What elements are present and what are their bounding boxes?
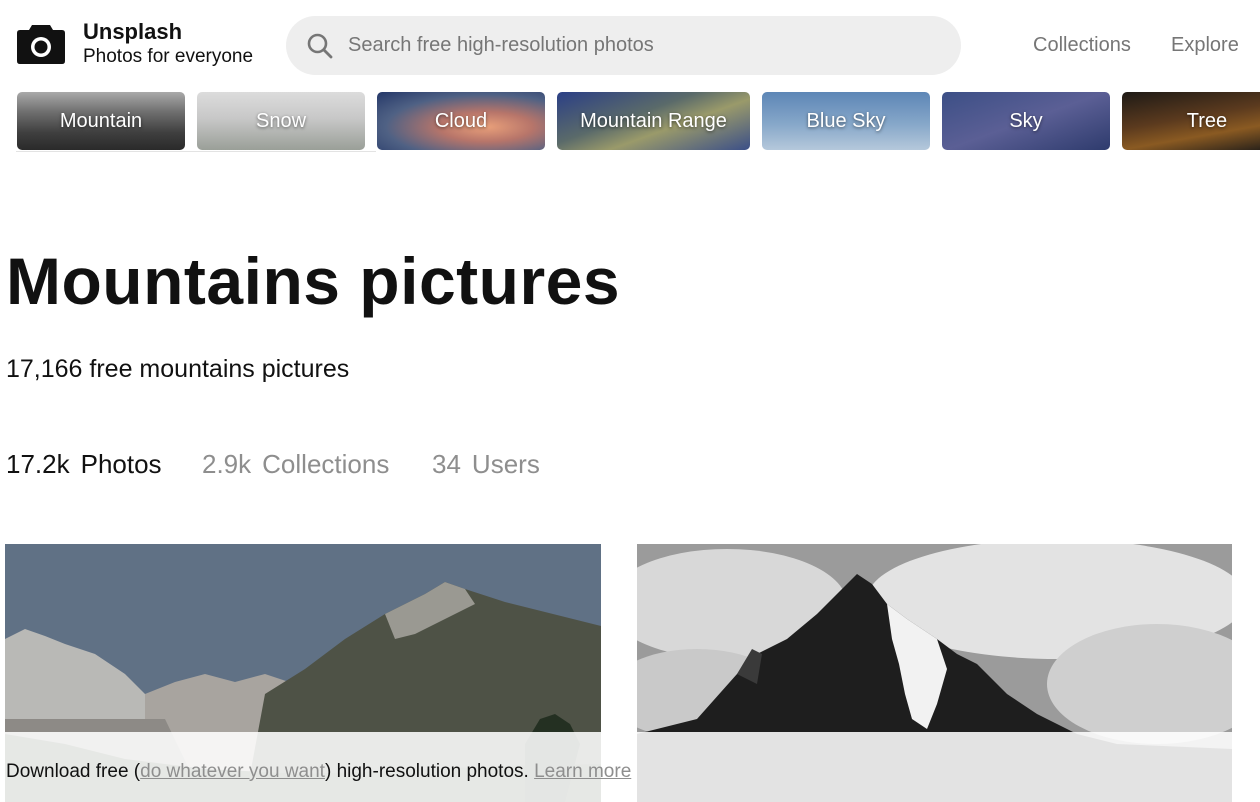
nav-explore-link[interactable]: Explore [1171, 34, 1239, 57]
search-icon[interactable] [306, 32, 334, 60]
search-bar[interactable] [286, 16, 961, 75]
topic-chip-mountain-range[interactable]: Mountain Range [557, 92, 750, 150]
banner-middle: ) high-resolution photos. [324, 761, 535, 782]
license-banner: Download free (do whatever you want) hig… [0, 732, 1260, 802]
tab-label: Photos [80, 449, 162, 479]
site-header: Unsplash Photos for everyone Collections… [0, 0, 1260, 90]
camera-icon[interactable] [16, 21, 66, 65]
chip-row-divider [16, 151, 376, 152]
topic-chip-cloud[interactable]: Cloud [377, 92, 545, 150]
topic-chip-snow[interactable]: Snow [197, 92, 365, 150]
tab-label: Collections [262, 449, 390, 479]
tab-count: 34 [432, 449, 461, 479]
search-input[interactable] [348, 16, 938, 75]
topic-chip-label: Blue Sky [806, 109, 886, 132]
topic-chip-label: Sky [1009, 109, 1043, 132]
license-link[interactable]: do whatever you want [140, 761, 325, 782]
learn-more-link[interactable]: Learn more [534, 761, 631, 782]
brand-name[interactable]: Unsplash [83, 19, 182, 45]
topic-chip-blue-sky[interactable]: Blue Sky [762, 92, 930, 150]
tab-users[interactable]: 34 Users [432, 449, 540, 480]
page-title: Mountains pictures [6, 244, 621, 318]
topic-chip-label: Tree [1186, 109, 1228, 132]
nav-collections-link[interactable]: Collections [1033, 34, 1131, 57]
tab-count: 2.9k [202, 449, 252, 479]
unsplash-page: Unsplash Photos for everyone Collections… [0, 0, 1260, 802]
banner-text: Download free (do whatever you want) hig… [6, 761, 631, 783]
tab-label: Users [471, 449, 540, 479]
tab-count: 17.2k [6, 449, 70, 479]
topic-chip-mountain[interactable]: Mountain [17, 92, 185, 150]
topic-chip-label: Mountain Range [580, 109, 727, 132]
topic-chip-label: Mountain [59, 109, 143, 132]
topic-chip-tree[interactable]: Tree [1122, 92, 1260, 150]
page-subtitle: 17,166 free mountains pictures [6, 355, 350, 383]
topic-chip-label: Snow [255, 109, 307, 132]
tab-collections[interactable]: 2.9k Collections [202, 449, 389, 480]
topic-chip-label: Cloud [434, 109, 488, 132]
tab-photos[interactable]: 17.2k Photos [6, 449, 162, 480]
brand-tagline: Photos for everyone [83, 46, 254, 67]
topic-chip-sky[interactable]: Sky [942, 92, 1110, 150]
banner-prefix: Download free ( [6, 761, 141, 782]
